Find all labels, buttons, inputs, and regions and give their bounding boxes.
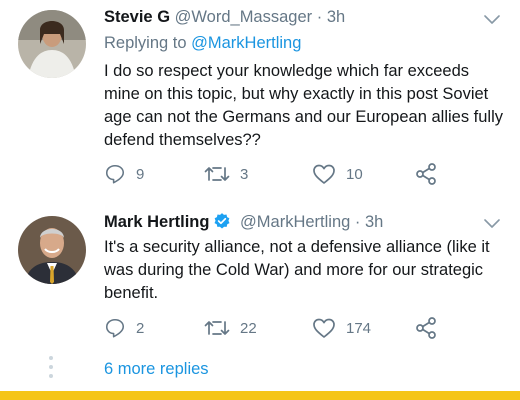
like-count: 174 (346, 319, 372, 337)
reply-button[interactable]: 2 (104, 316, 144, 340)
display-name[interactable]: Mark Hertling (104, 213, 209, 231)
like-button[interactable]: 174 (312, 316, 371, 340)
replying-to-label: Replying to (104, 34, 192, 52)
tweet-text: I do so respect your knowledge which far… (104, 62, 503, 149)
like-button[interactable]: 10 (312, 162, 363, 186)
retweet-button[interactable]: 22 (204, 316, 257, 340)
reply-count: 9 (136, 165, 145, 183)
retweet-icon (204, 163, 230, 185)
tweet-actions: 9 3 10 (104, 162, 464, 186)
retweet-icon (204, 317, 230, 339)
avatar-image (18, 10, 86, 78)
tweet-header: Stevie G @Word_Massager · 3h (104, 8, 345, 27)
avatar[interactable] (18, 10, 86, 78)
like-count: 10 (346, 165, 363, 183)
separator-dot: · (354, 213, 361, 231)
replying-to: Replying to @MarkHertling (104, 34, 301, 53)
tweet-time[interactable]: 3h (365, 213, 383, 231)
user-handle[interactable]: @MarkHertling (240, 213, 350, 231)
reply-icon (104, 163, 126, 185)
like-icon (312, 317, 336, 339)
retweet-count: 22 (240, 319, 257, 337)
share-icon (414, 162, 438, 186)
bottom-bar (0, 391, 520, 400)
avatar[interactable] (18, 216, 86, 284)
thread-dots (49, 356, 53, 383)
share-button[interactable] (414, 316, 438, 340)
replying-to-mention[interactable]: @MarkHertling (191, 34, 301, 52)
separator-dot: · (316, 8, 323, 26)
avatar-image (18, 216, 86, 284)
share-button[interactable] (414, 162, 438, 186)
retweet-button[interactable]: 3 (204, 162, 248, 186)
more-replies-link[interactable]: 6 more replies (104, 360, 209, 379)
like-icon (312, 163, 336, 185)
user-handle[interactable]: @Word_Massager (175, 8, 313, 26)
tweet-actions: 2 22 174 (104, 316, 464, 340)
reply-icon (104, 317, 126, 339)
chevron-down-icon[interactable] (484, 216, 500, 234)
reply-button[interactable]: 9 (104, 162, 144, 186)
tweet-time[interactable]: 3h (327, 8, 345, 26)
retweet-count: 3 (240, 165, 249, 183)
chevron-down-icon[interactable] (484, 12, 500, 30)
share-icon (414, 316, 438, 340)
display-name[interactable]: Stevie G (104, 8, 170, 26)
tweet-header: Mark Hertling @MarkHertling · 3h (104, 212, 383, 235)
verified-badge-icon (213, 212, 231, 235)
tweet-text: It's a security alliance, not a defensiv… (104, 238, 490, 302)
reply-count: 2 (136, 319, 145, 337)
